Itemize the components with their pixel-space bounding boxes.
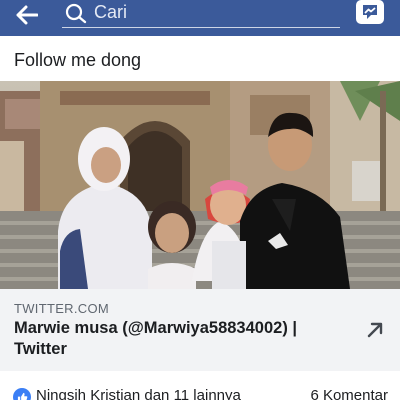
- link-domain: TWITTER.COM: [14, 301, 110, 316]
- comment-count[interactable]: 6 Komentar: [310, 387, 388, 400]
- link-caption[interactable]: TWITTER.COM Marwie musa (@Marwiya5883400…: [0, 289, 400, 371]
- arrow-left-icon: [16, 5, 38, 25]
- messenger-icon: [363, 5, 377, 19]
- thumbs-up-icon: [17, 392, 27, 400]
- back-button[interactable]: [10, 0, 44, 30]
- arrow-up-right-icon[interactable]: [364, 319, 386, 341]
- messenger-button[interactable]: [356, 0, 384, 24]
- reaction-names[interactable]: Ningsih Kristian dan 11 lainnya: [36, 387, 241, 400]
- like-reaction-badge[interactable]: [13, 388, 31, 400]
- search-input[interactable]: [94, 0, 334, 24]
- link-preview-image[interactable]: i: [0, 81, 400, 289]
- link-title[interactable]: Marwie musa (@Marwiya58834002) | Twitter: [14, 318, 344, 360]
- post-text: Follow me dong: [14, 50, 142, 70]
- family-photo: [0, 81, 400, 289]
- reactions-bar: Ningsih Kristian dan 11 lainnya 6 Koment…: [0, 380, 400, 400]
- search-bar: [62, 0, 340, 28]
- search-icon: [65, 3, 87, 24]
- app-header: [0, 0, 400, 36]
